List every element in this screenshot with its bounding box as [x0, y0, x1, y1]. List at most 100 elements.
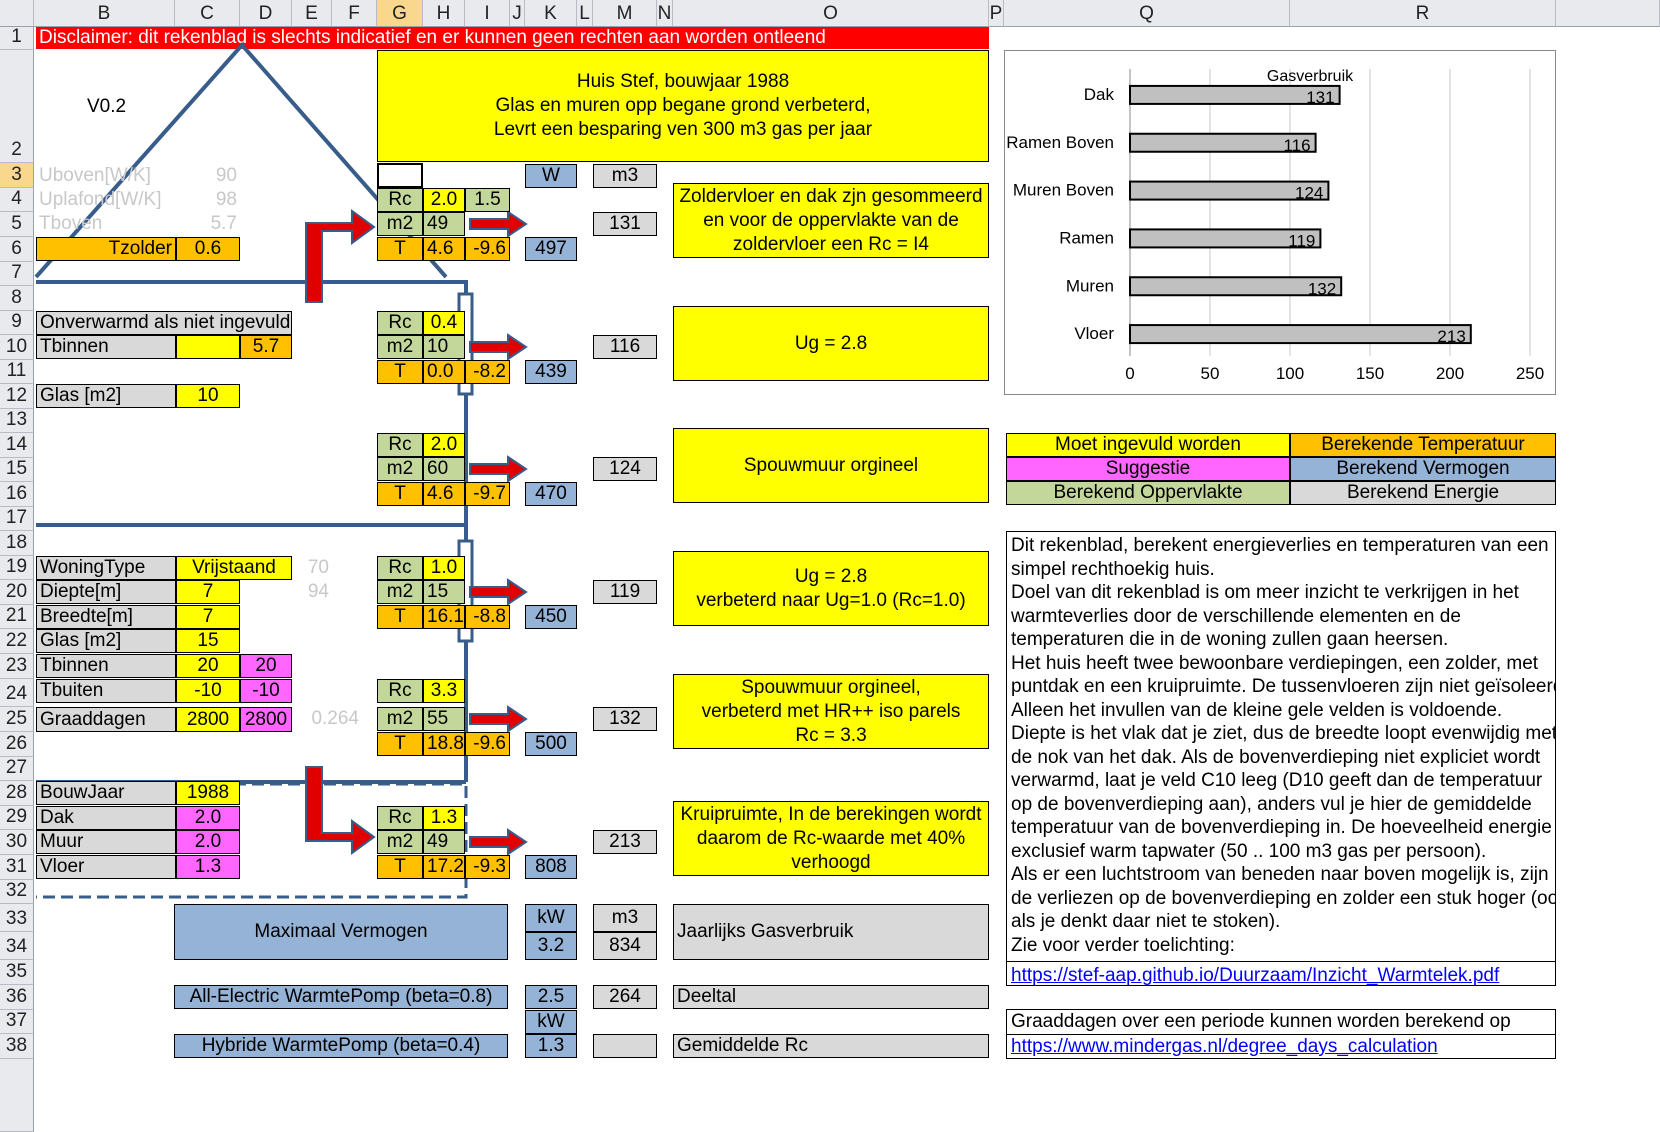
col-header-n[interactable]: N: [657, 0, 673, 27]
info-line: de verliezen op de bovenverdieping en zo…: [1011, 887, 1556, 909]
info-textbox[interactable]: Dit rekenblad, berekent energieverlies e…: [1006, 531, 1556, 986]
chart-data-label: 116: [1283, 136, 1310, 155]
chart-category-label: Vloer: [1074, 324, 1114, 343]
wall_dn-note: Spouwmuur orgineel, verbeterd met HR++ is…: [673, 674, 989, 749]
wall_dn-note1: Spouwmuur orgineel,: [741, 676, 921, 698]
max-vermogen-label: Maximaal Vermogen: [174, 904, 508, 960]
build-label-1: Dak: [36, 806, 176, 830]
info-line: Doel van dit rekenblad is om meer inzich…: [1011, 582, 1519, 603]
info-line: Diepte is het vlak dat je ziet, dus de b…: [1011, 723, 1556, 744]
roof-t-label: T: [377, 237, 423, 261]
lower-input-0[interactable]: Vrijstaand: [176, 556, 292, 580]
build-value-3: 1.3: [176, 855, 240, 879]
wall_dn-rc-value[interactable]: 3.3: [423, 679, 465, 703]
lower-input-1[interactable]: 7: [176, 580, 240, 604]
lower-sugg-6: 2800: [240, 707, 292, 732]
info-line: als je denkt daar niet te stoken).: [1011, 911, 1281, 932]
col-header-j[interactable]: J: [510, 0, 525, 27]
row-header-34[interactable]: 34: [0, 932, 34, 960]
win_dn-note: Ug = 2.8 verbeterd naar Ug=1.0 (Rc=1.0): [673, 551, 989, 626]
win_up-note: Ug = 2.8: [673, 306, 989, 381]
lower-input-6[interactable]: 2800: [176, 707, 240, 732]
wall_up-t-label: T: [377, 482, 423, 506]
wall_dn-note2: verbeterd met HR++ iso parels: [701, 700, 961, 722]
row-header-36[interactable]: 36: [0, 985, 34, 1010]
all-electric-m3: 264: [593, 985, 657, 1009]
chart-xtick-label: 200: [1436, 364, 1464, 383]
floor-arrow-icon: [469, 828, 528, 856]
win_up-rc-label: Rc: [377, 311, 423, 335]
col-header-l[interactable]: L: [577, 0, 593, 27]
tbinnen-upper-input[interactable]: [176, 335, 240, 359]
chart-category-label: Ramen: [1059, 228, 1114, 247]
col-header-m[interactable]: M: [593, 0, 657, 27]
chart-data-label: 131: [1306, 88, 1334, 107]
lower-input-3[interactable]: 15: [176, 629, 240, 653]
floor-rc-label: Rc: [377, 806, 423, 830]
title-line2: Glas en muren opp begane grond verbeterd…: [495, 95, 871, 116]
mindergas-link[interactable]: https://www.mindergas.nl/degree_days_cal…: [1011, 1036, 1438, 1057]
chart-category-label: Ramen Boven: [1006, 133, 1114, 152]
all-electric-label: All-Electric WarmtePomp (beta=0.8): [174, 985, 508, 1009]
win_dn-m2-label: m2: [377, 580, 423, 604]
col-header-b[interactable]: B: [34, 0, 175, 27]
col-header-f[interactable]: F: [332, 0, 377, 27]
legend-0: Moet ingevuld worden: [1006, 433, 1290, 457]
win_up-m2-label: m2: [377, 335, 423, 359]
wall_up-t-value: 4.6: [423, 482, 465, 506]
col-header-e[interactable]: E: [292, 0, 332, 27]
lower-input-5[interactable]: -10: [176, 679, 240, 703]
col-header-g[interactable]: G: [377, 0, 423, 27]
wall_up-rc-value[interactable]: 2.0: [423, 433, 465, 457]
unit-kw: kW: [525, 904, 577, 932]
floor-t-value: 17.2: [423, 855, 465, 879]
graaddagen-text: Graaddagen over een periode kunnen worde…: [1011, 1011, 1511, 1032]
col-header-p[interactable]: P: [989, 0, 1004, 27]
faint-uboven-value: 90: [215, 165, 237, 186]
all-electric-kw: 2.5: [525, 985, 577, 1009]
toelichting-link[interactable]: https://stef-aap.github.io/Duurzaam/Inzi…: [1011, 965, 1499, 985]
col-header-o[interactable]: O: [673, 0, 989, 27]
info-line: warmteverlies door de verschillende elem…: [1011, 605, 1461, 627]
win_dn-t2-value: -8.8: [465, 605, 510, 629]
row-header-37[interactable]: 37: [0, 1010, 34, 1034]
col-header-q[interactable]: Q: [1004, 0, 1290, 27]
row-header-33[interactable]: 33: [0, 904, 34, 932]
col-header-r[interactable]: R: [1290, 0, 1556, 27]
win_up-rc-value[interactable]: 0.4: [423, 311, 465, 335]
roof-rc-value[interactable]: 2.0: [423, 188, 465, 212]
lower-sugg-4: 20: [240, 654, 292, 678]
floor-t-label: T: [377, 855, 423, 879]
wall_up-note: Spouwmuur orgineel: [743, 454, 919, 476]
faint-0264: 0.264: [311, 708, 359, 729]
title-box[interactable]: Huis Stef, bouwjaar 1988 Glas en muren o…: [377, 50, 989, 162]
row-header-35[interactable]: 35: [0, 960, 34, 985]
build-value-0[interactable]: 1988: [176, 781, 240, 805]
floor-w-value: 808: [525, 855, 577, 879]
lower-input-4[interactable]: 20: [176, 654, 240, 678]
gasverbruik-chart[interactable]: 0 50 100 150 200 250 Gasverbruik 131 Dak 116 Ramen…: [1004, 50, 1556, 395]
tzolder-value[interactable]: 0.6: [176, 237, 240, 261]
row-header-38[interactable]: 38: [0, 1034, 34, 1059]
unit-w: W: [525, 164, 577, 188]
col-header-h[interactable]: H: [423, 0, 465, 27]
title-line1: Huis Stef, bouwjaar 1988: [576, 71, 790, 92]
lower-label-3: Glas [m2]: [36, 629, 176, 653]
build-label-3: Vloer: [36, 855, 176, 879]
wall_dn-m2-label: m2: [377, 707, 423, 731]
col-header-c[interactable]: C: [175, 0, 240, 27]
active-cell-g3[interactable]: [377, 163, 423, 188]
col-header-k[interactable]: K: [525, 0, 577, 27]
build-label-2: Muur: [36, 830, 176, 854]
info-line: temperaturen die in de woning zullen gaa…: [1011, 629, 1449, 650]
win_dn-rc-value[interactable]: 1.0: [423, 556, 465, 580]
lower-input-2[interactable]: 7: [176, 605, 240, 629]
select-all-corner[interactable]: [0, 0, 34, 27]
win_dn-t-label: T: [377, 605, 423, 629]
glas-upper-input[interactable]: 10: [176, 384, 240, 408]
col-header-d[interactable]: D: [240, 0, 292, 27]
floor-rc-value[interactable]: 1.3: [423, 806, 465, 830]
col-header-i[interactable]: I: [465, 0, 510, 27]
tzolder-label: Tzolder: [36, 237, 176, 261]
chart-xtick-label: 0: [1125, 364, 1134, 383]
